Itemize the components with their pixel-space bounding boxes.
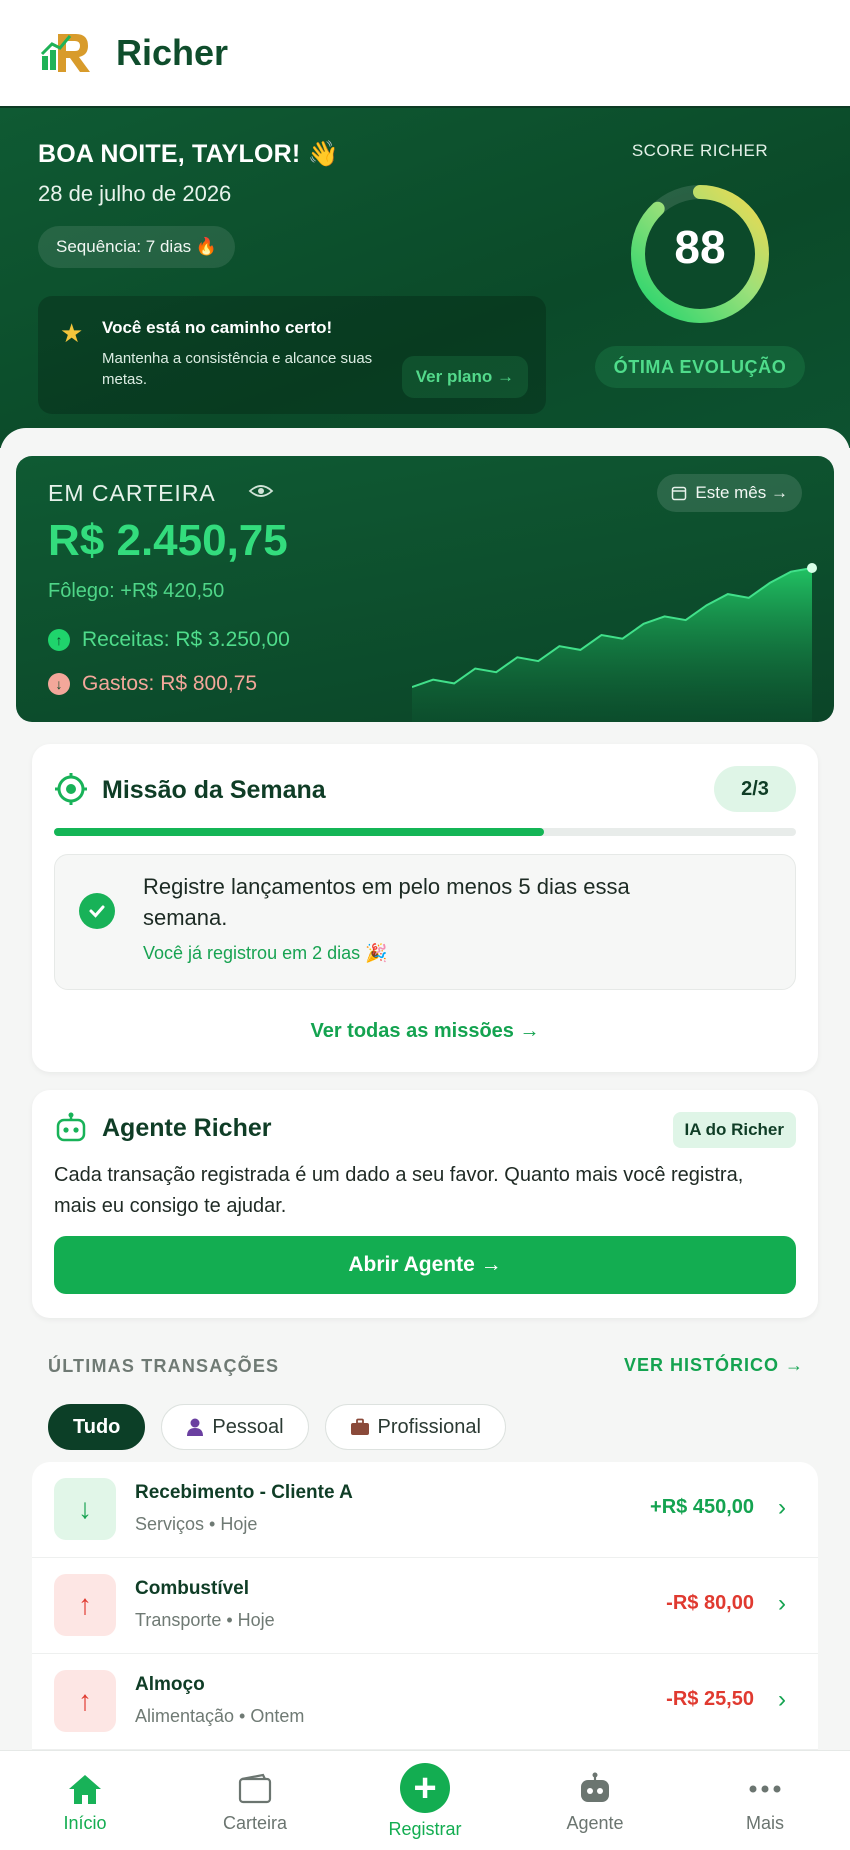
filter-professional[interactable]: Profissional: [324, 1404, 506, 1450]
tip-card: ★ Você está no caminho certo! Mantenha a…: [38, 296, 546, 414]
check-icon: [79, 893, 115, 929]
view-all-missions-link[interactable]: Ver todas as missões →: [32, 1020, 818, 1043]
filter-personal[interactable]: Pessoal: [161, 1404, 309, 1450]
expense-row: ↓ Gastos: R$ 800,75: [48, 672, 257, 696]
filter-professional-label: Profissional: [377, 1415, 481, 1438]
transaction-name: Almoço: [135, 1674, 205, 1695]
transaction-row[interactable]: ↓ Recebimento - Cliente A Serviços • Hoj…: [32, 1462, 818, 1558]
arrow-down-icon: ↓: [54, 1478, 116, 1540]
mission-progress-fill: [54, 828, 544, 836]
transaction-name: Combustível: [135, 1578, 250, 1599]
nav-wallet-label: Carteira: [222, 1813, 288, 1833]
mission-progress-badge: 2/3: [714, 766, 796, 812]
greeting: BOA NOITE, TAYLOR! 👋: [38, 140, 339, 168]
score-tag: ÓTIMA EVOLUÇÃO: [595, 346, 805, 388]
filter-all-label: Tudo: [73, 1415, 121, 1438]
score-value: 88: [674, 221, 726, 273]
tip-body: Mantenha a consistência e alcance suas m…: [102, 350, 373, 388]
transaction-meta: Transporte • Hoje: [135, 1610, 275, 1630]
mission-task-text: Registre lançamentos em pelo menos 5 dia…: [143, 874, 630, 930]
mission-card: Missão da Semana 2/3 Registre lançamento…: [32, 744, 818, 1072]
arrow-up-icon: ↑: [54, 1574, 116, 1636]
income-value: Receitas: R$ 3.250,00: [82, 628, 290, 651]
streak-badge: Sequência: 7 dias 🔥: [38, 226, 236, 268]
eye-icon[interactable]: [248, 482, 274, 500]
wallet-amount: R$ 2.450,75: [48, 516, 288, 565]
arrow-down-icon: ↓: [48, 673, 70, 695]
filter-personal-label: Pessoal: [212, 1415, 284, 1438]
chevron-right-icon: ›: [778, 1686, 786, 1713]
mission-task: Registre lançamentos em pelo menos 5 dia…: [54, 854, 796, 990]
nav-agent[interactable]: Agente: [510, 1751, 680, 1850]
chevron-right-icon: ›: [778, 1590, 786, 1617]
transaction-filters: Tudo Pessoal Profissional: [48, 1404, 506, 1450]
transaction-meta: Alimentação • Ontem: [135, 1706, 305, 1726]
filter-all[interactable]: Tudo: [48, 1404, 146, 1450]
robot-icon: [575, 1769, 615, 1809]
nav-more-label: Mais: [745, 1813, 784, 1833]
bottom-nav: Início Carteira + Registrar Agente Mais: [0, 1750, 850, 1850]
app-bar: Richer: [0, 0, 850, 108]
period-label: Este mês →: [695, 483, 788, 502]
mission-title: Missão da Semana: [102, 776, 326, 804]
transaction-name: Recebimento - Cliente A: [135, 1482, 353, 1503]
mission-progress-bar: [54, 828, 796, 836]
star-icon: ★: [60, 318, 84, 348]
target-icon: [55, 773, 87, 805]
wallet-card: EM CARTEIRA Este mês → R$ 2.450,75 Fôleg…: [16, 456, 834, 722]
plus-icon: +: [400, 1763, 450, 1813]
open-agent-button[interactable]: Abrir Agente →: [54, 1236, 796, 1294]
tip-title: Você está no caminho certo!: [102, 318, 333, 337]
view-plan-button[interactable]: Ver plano →: [401, 356, 528, 398]
nav-home-label: Início: [63, 1813, 107, 1833]
hero-panel: BOA NOITE, TAYLOR! 👋 28 de julho de 2026…: [0, 108, 850, 448]
score-label: SCORE RICHER: [631, 141, 769, 160]
arrow-up-icon: ↑: [54, 1670, 116, 1732]
nav-register-label: Registrar: [388, 1819, 462, 1839]
transaction-list: ↓ Recebimento - Cliente A Serviços • Hoj…: [32, 1462, 818, 1752]
wallet-trend-chart: [412, 563, 817, 722]
nav-wallet[interactable]: Carteira: [170, 1751, 340, 1850]
transaction-row[interactable]: ↑ Almoço Alimentação • Ontem -R$ 25,50 ›: [32, 1654, 818, 1750]
person-icon: [187, 1418, 204, 1436]
nav-home[interactable]: Início: [0, 1751, 170, 1850]
expense-value: Gastos: R$ 800,75: [82, 672, 258, 695]
chevron-right-icon: ›: [778, 1494, 786, 1521]
home-icon: [65, 1769, 105, 1809]
richer-logo-icon: [38, 26, 96, 80]
arrow-up-icon: ↑: [48, 629, 70, 651]
transaction-amount: -R$ 25,50: [666, 1688, 754, 1710]
calendar-icon: [672, 486, 687, 501]
more-dots-icon: [745, 1769, 785, 1809]
view-history-link[interactable]: VER HISTÓRICO →: [624, 1355, 804, 1376]
nav-more[interactable]: Mais: [680, 1751, 850, 1850]
brand-name: Richer: [116, 32, 229, 73]
current-date: 28 de julho de 2026: [38, 181, 232, 206]
income-row: ↑ Receitas: R$ 3.250,00: [48, 628, 290, 652]
mission-task-status: Você já registrou em 2 dias 🎉: [143, 943, 388, 963]
wallet-label: EM CARTEIRA: [48, 480, 216, 506]
nav-register[interactable]: + Registrar: [340, 1751, 510, 1850]
agent-title: Agente Richer: [102, 1114, 272, 1142]
briefcase-icon: [350, 1418, 369, 1435]
ai-badge: IA do Richer: [672, 1112, 796, 1148]
transaction-amount: +R$ 450,00: [650, 1496, 754, 1518]
agent-message: Cada transação registrada é um dado a se…: [54, 1164, 744, 1217]
folego-value: Fôlego: +R$ 420,50: [48, 580, 225, 602]
period-selector[interactable]: Este mês →: [657, 474, 802, 512]
agent-card: Agente Richer IA do Richer Cada transaçã…: [32, 1090, 818, 1318]
wallet-icon: [235, 1769, 275, 1809]
transaction-meta: Serviços • Hoje: [135, 1514, 258, 1534]
nav-agent-label: Agente: [566, 1813, 624, 1833]
transaction-amount: -R$ 80,00: [666, 1592, 754, 1614]
transaction-row[interactable]: ↑ Combustível Transporte • Hoje -R$ 80,0…: [32, 1558, 818, 1654]
transactions-title: ÚLTIMAS TRANSAÇÕES: [48, 1356, 280, 1376]
robot-icon: [56, 1112, 86, 1142]
